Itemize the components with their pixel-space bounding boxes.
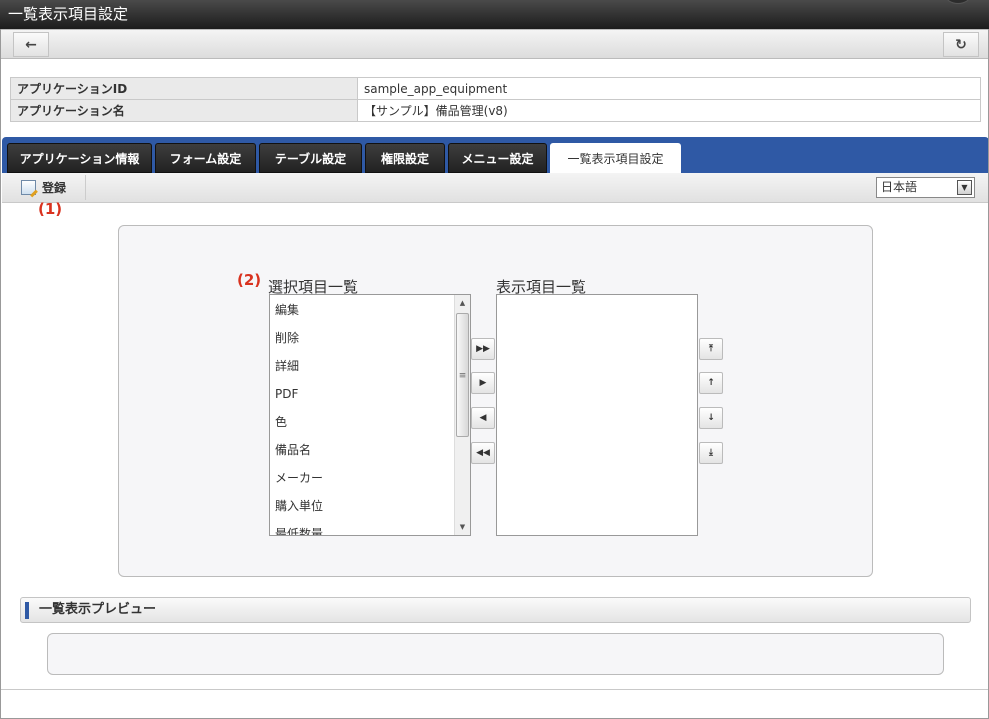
reload-icon: ↻ bbox=[955, 36, 967, 53]
remove-all-button[interactable]: ◀◀ bbox=[471, 442, 495, 464]
tab-list-display-settings[interactable]: 一覧表示項目設定 bbox=[550, 143, 681, 173]
language-value: 日本語 bbox=[881, 180, 918, 194]
titlebar-decoration bbox=[945, 0, 971, 4]
list-item-pdf[interactable]: PDF bbox=[270, 380, 470, 408]
back-arrow-icon: ← bbox=[25, 36, 37, 53]
window-title: 一覧表示項目設定 bbox=[8, 5, 129, 23]
tab-form-settings[interactable]: フォーム設定 bbox=[155, 143, 256, 173]
list-item-maker[interactable]: メーカー bbox=[270, 464, 470, 492]
edit-document-icon bbox=[21, 180, 36, 195]
register-button[interactable]: 登録 bbox=[12, 175, 86, 200]
scroll-thumb[interactable]: ≡ bbox=[456, 313, 469, 437]
move-bottom-button[interactable]: ⤓ bbox=[699, 442, 723, 464]
settings-tab-bar: アプリケーション情報 フォーム設定 テーブル設定 権限設定 メニュー設定 一覧表… bbox=[2, 137, 989, 173]
double-arrow-left-icon: ◀◀ bbox=[476, 448, 490, 458]
app-name-value: 【サンプル】備品管理(v8) bbox=[357, 99, 981, 122]
selectable-items-list[interactable]: 編集 削除 詳細 PDF 色 備品名 メーカー 購入単位 最低数量 ▲ ≡ ▼ bbox=[269, 294, 471, 536]
add-all-button[interactable]: ▶▶ bbox=[471, 338, 495, 360]
list-item-equipment-name[interactable]: 備品名 bbox=[270, 436, 470, 464]
window-titlebar: 一覧表示項目設定 bbox=[0, 0, 989, 29]
list-item-detail[interactable]: 詳細 bbox=[270, 352, 470, 380]
back-button[interactable]: ← bbox=[13, 32, 49, 57]
list-item-color[interactable]: 色 bbox=[270, 408, 470, 436]
arrow-right-icon: ▶ bbox=[479, 378, 487, 388]
frame-left-border bbox=[0, 29, 1, 719]
app-id-label: アプリケーションID bbox=[10, 77, 358, 100]
selectable-items: 編集 削除 詳細 PDF 色 備品名 メーカー 購入単位 最低数量 bbox=[270, 295, 470, 535]
app-name-label: アプリケーション名 bbox=[10, 99, 358, 122]
language-select[interactable]: 日本語 ▼ bbox=[876, 177, 975, 198]
preview-title: 一覧表示プレビュー bbox=[39, 602, 157, 617]
move-top-button[interactable]: ⤒ bbox=[699, 338, 723, 360]
tab-application-info[interactable]: アプリケーション情報 bbox=[7, 143, 152, 173]
annotation-1: (1) bbox=[38, 200, 63, 218]
app-name-row: アプリケーション名 【サンプル】備品管理(v8) bbox=[10, 99, 981, 122]
application-info-table: アプリケーションID sample_app_equipment アプリケーション… bbox=[10, 77, 981, 122]
selectable-list-scrollbar[interactable]: ▲ ≡ ▼ bbox=[454, 295, 470, 535]
reload-button[interactable]: ↻ bbox=[943, 32, 979, 57]
list-item-edit[interactable]: 編集 bbox=[270, 296, 470, 324]
navigation-bar: ← ↻ bbox=[0, 29, 989, 59]
chevron-down-icon: ▼ bbox=[957, 180, 972, 195]
action-toolbar: 登録 日本語 ▼ bbox=[2, 173, 989, 203]
register-label: 登録 bbox=[42, 181, 67, 195]
remove-one-button[interactable]: ◀ bbox=[471, 407, 495, 429]
scroll-down-icon[interactable]: ▼ bbox=[455, 519, 470, 535]
preview-section-header: 一覧表示プレビュー bbox=[20, 597, 971, 623]
list-item-min-quantity[interactable]: 最低数量 bbox=[270, 520, 470, 535]
arrow-to-bottom-icon: ⤓ bbox=[709, 448, 713, 458]
annotation-2: (2) bbox=[237, 271, 262, 289]
double-arrow-right-icon: ▶▶ bbox=[476, 344, 490, 354]
move-down-button[interactable]: ↓ bbox=[699, 407, 723, 429]
footer-area bbox=[0, 689, 989, 719]
section-marker bbox=[25, 602, 29, 619]
list-item-delete[interactable]: 削除 bbox=[270, 324, 470, 352]
tab-permission-settings[interactable]: 権限設定 bbox=[365, 143, 445, 173]
arrow-left-icon: ◀ bbox=[479, 413, 487, 423]
arrow-to-top-icon: ⤒ bbox=[709, 344, 713, 354]
move-up-button[interactable]: ↑ bbox=[699, 372, 723, 394]
preview-area bbox=[47, 633, 944, 675]
add-one-button[interactable]: ▶ bbox=[471, 372, 495, 394]
tab-table-settings[interactable]: テーブル設定 bbox=[259, 143, 362, 173]
list-item-purchase-unit[interactable]: 購入単位 bbox=[270, 492, 470, 520]
tab-menu-settings[interactable]: メニュー設定 bbox=[448, 143, 547, 173]
arrow-down-icon: ↓ bbox=[707, 413, 715, 423]
app-id-value: sample_app_equipment bbox=[357, 77, 981, 100]
display-items-list[interactable] bbox=[496, 294, 698, 536]
scroll-up-icon[interactable]: ▲ bbox=[455, 295, 470, 311]
app-id-row: アプリケーションID sample_app_equipment bbox=[10, 77, 981, 100]
arrow-up-icon: ↑ bbox=[707, 378, 715, 388]
